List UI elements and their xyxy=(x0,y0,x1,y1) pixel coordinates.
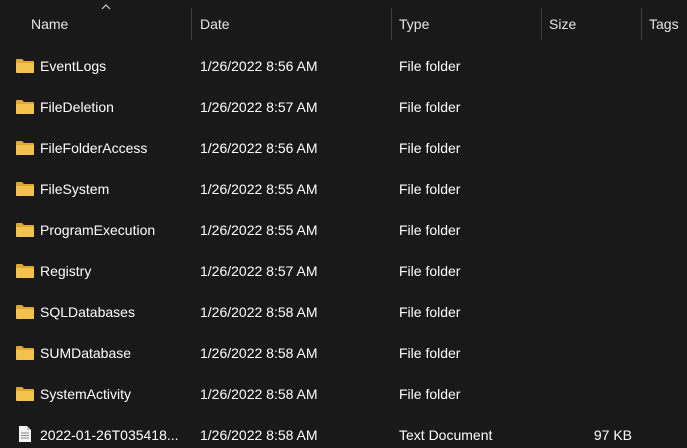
file-type: File folder xyxy=(399,99,461,115)
folder-icon xyxy=(16,59,34,73)
file-name: SUMDatabase xyxy=(40,345,132,361)
file-row[interactable]: FileDeletion 1/26/2022 8:57 AM File fold… xyxy=(0,87,687,128)
file-type: Text Document xyxy=(399,427,493,443)
file-type: File folder xyxy=(399,386,461,402)
file-row[interactable]: 2022-01-26T035418... 1/26/2022 8:58 AM T… xyxy=(0,415,687,448)
file-date: 1/26/2022 8:58 AM xyxy=(200,386,318,402)
column-header-size[interactable]: Size xyxy=(549,0,576,42)
file-type: File folder xyxy=(399,304,461,320)
column-header-name[interactable]: Name xyxy=(31,0,68,42)
folder-icon xyxy=(16,264,34,278)
file-type: File folder xyxy=(399,181,461,197)
folder-icon xyxy=(16,182,34,196)
column-header-bar: Name Date Type Size Tags xyxy=(0,0,687,42)
file-size xyxy=(548,87,632,128)
file-name: 2022-01-26T035418... xyxy=(40,427,179,443)
file-date: 1/26/2022 8:56 AM xyxy=(200,140,318,156)
file-name: EventLogs xyxy=(40,58,107,74)
file-date: 1/26/2022 8:58 AM xyxy=(200,345,318,361)
file-date: 1/26/2022 8:57 AM xyxy=(200,263,318,279)
file-row[interactable]: FileFolderAccess 1/26/2022 8:56 AM File … xyxy=(0,128,687,169)
column-resize-handle-type[interactable] xyxy=(541,8,542,40)
file-name: SystemActivity xyxy=(40,386,132,402)
column-resize-handle-name[interactable] xyxy=(191,8,192,40)
file-date: 1/26/2022 8:58 AM xyxy=(200,304,318,320)
file-type: File folder xyxy=(399,263,461,279)
file-size xyxy=(548,169,632,210)
file-row[interactable]: ProgramExecution 1/26/2022 8:55 AM File … xyxy=(0,210,687,251)
file-row[interactable]: SUMDatabase 1/26/2022 8:58 AM File folde… xyxy=(0,333,687,374)
file-name: FileSystem xyxy=(40,181,110,197)
file-date: 1/26/2022 8:57 AM xyxy=(200,99,318,115)
file-size xyxy=(548,292,632,333)
file-row[interactable]: EventLogs 1/26/2022 8:56 AM File folder xyxy=(0,46,687,87)
column-resize-handle-date[interactable] xyxy=(391,8,392,40)
folder-icon xyxy=(16,100,34,114)
file-type: File folder xyxy=(399,222,461,238)
folder-icon xyxy=(16,346,34,360)
file-list: EventLogs 1/26/2022 8:56 AM File folder … xyxy=(0,46,687,448)
file-size xyxy=(548,333,632,374)
file-size xyxy=(548,46,632,87)
file-date: 1/26/2022 8:56 AM xyxy=(200,58,318,74)
file-size xyxy=(548,374,632,415)
column-resize-handle-size[interactable] xyxy=(641,8,642,40)
file-name: SQLDatabases xyxy=(40,304,135,320)
file-name: FileFolderAccess xyxy=(40,140,148,156)
file-type: File folder xyxy=(399,345,461,361)
file-date: 1/26/2022 8:55 AM xyxy=(200,181,318,197)
file-size xyxy=(548,128,632,169)
column-header-date[interactable]: Date xyxy=(200,0,230,42)
file-row[interactable]: FileSystem 1/26/2022 8:55 AM File folder xyxy=(0,169,687,210)
chevron-up-icon xyxy=(101,4,111,10)
file-size xyxy=(548,251,632,292)
file-date: 1/26/2022 8:58 AM xyxy=(200,427,318,443)
column-header-type[interactable]: Type xyxy=(399,0,429,42)
file-row[interactable]: Registry 1/26/2022 8:57 AM File folder xyxy=(0,251,687,292)
file-name: Registry xyxy=(40,263,92,279)
file-name: ProgramExecution xyxy=(40,222,156,238)
file-type: File folder xyxy=(399,58,461,74)
folder-icon xyxy=(16,141,34,155)
file-row[interactable]: SystemActivity 1/26/2022 8:58 AM File fo… xyxy=(0,374,687,415)
file-size xyxy=(548,210,632,251)
column-header-tags[interactable]: Tags xyxy=(649,0,679,42)
text-document-icon xyxy=(19,426,31,442)
folder-icon xyxy=(16,223,34,237)
file-date: 1/26/2022 8:55 AM xyxy=(200,222,318,238)
file-type: File folder xyxy=(399,140,461,156)
folder-icon xyxy=(16,305,34,319)
file-size: 97 KB xyxy=(593,427,632,443)
file-name: FileDeletion xyxy=(40,99,114,115)
file-row[interactable]: SQLDatabases 1/26/2022 8:58 AM File fold… xyxy=(0,292,687,333)
folder-icon xyxy=(16,387,34,401)
file-explorer-details-view: Name Date Type Size Tags EventLogs 1/26/… xyxy=(0,0,687,448)
